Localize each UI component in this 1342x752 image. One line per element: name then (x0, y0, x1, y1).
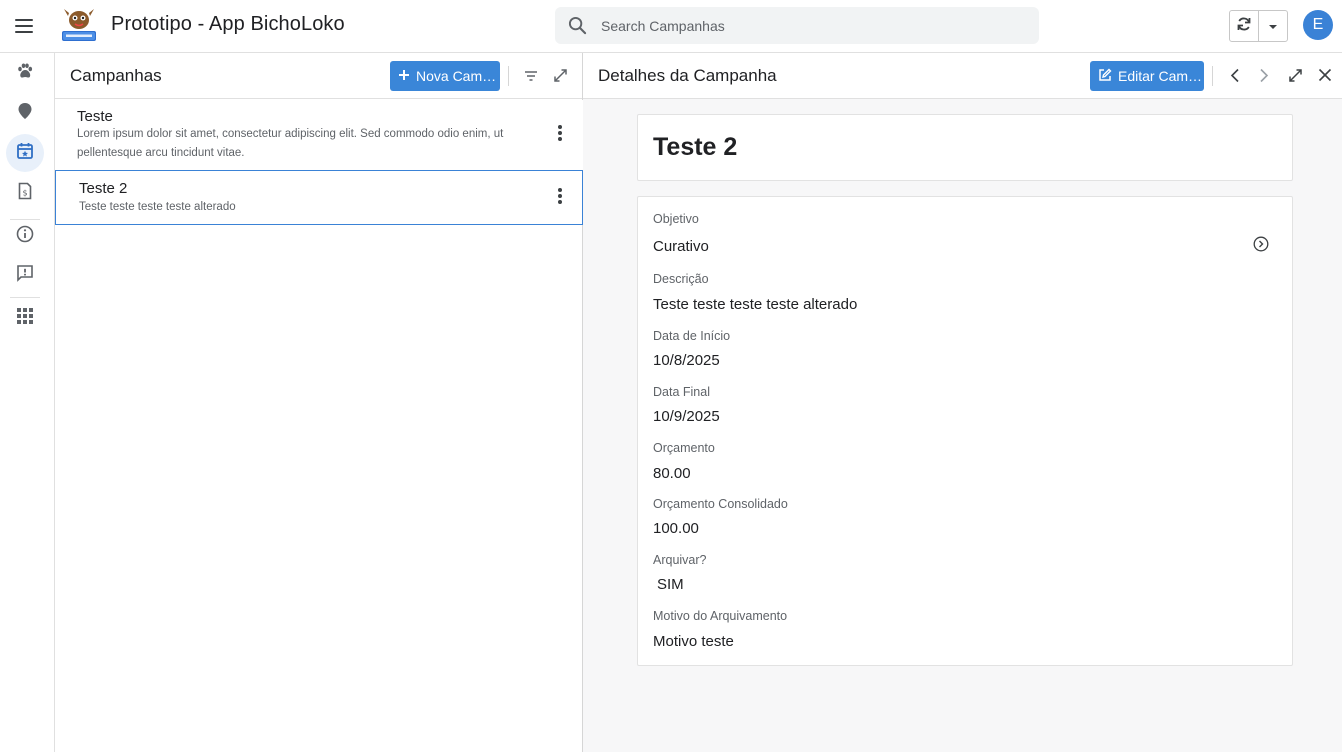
filter-icon[interactable] (520, 65, 542, 87)
new-campaign-label: Nova Cam… (416, 68, 497, 84)
expand-icon[interactable] (1284, 64, 1306, 86)
list-panel-title: Campanhas (70, 66, 162, 85)
invoice-icon: $ (17, 182, 33, 205)
edit-campaign-button[interactable]: Editar Cam… (1090, 61, 1204, 91)
feedback-icon (16, 264, 34, 287)
sync-icon (1236, 16, 1252, 37)
more-vertical-icon[interactable] (555, 186, 565, 206)
field-value-motivo-arquivamento: Motivo teste (653, 633, 734, 650)
field-label-arquivar: Arquivar? (653, 553, 707, 567)
rail-item-campaigns[interactable] (6, 134, 44, 172)
field-label-descricao: Descrição (653, 272, 709, 286)
rail-item-locations[interactable] (6, 94, 44, 132)
edit-icon (1098, 68, 1112, 85)
campaign-list-panel: Campanhas Nova Cam… Teste Lorem ipsum do… (55, 53, 583, 752)
svg-text:$: $ (22, 188, 27, 197)
map-pin-icon (17, 102, 33, 125)
fields-card: Objetivo Curativo Descrição Teste teste … (637, 196, 1293, 666)
sync-button[interactable] (1230, 11, 1259, 41)
plus-icon (398, 68, 410, 84)
app-title: Prototipo - App BichoLoko (111, 13, 345, 35)
sync-button-group (1229, 10, 1288, 42)
field-label-data-final: Data Final (653, 385, 710, 399)
user-avatar[interactable]: E (1303, 10, 1333, 40)
field-label-orcamento-consolidado: Orçamento Consolidado (653, 497, 788, 511)
search-icon (568, 16, 587, 40)
field-value-orcamento: 80.00 (653, 465, 691, 482)
search-input[interactable] (601, 7, 1021, 44)
field-label-orcamento: Orçamento (653, 441, 715, 455)
edit-campaign-label: Editar Cam… (1118, 68, 1203, 84)
paw-icon (16, 62, 34, 85)
close-icon[interactable] (1314, 64, 1336, 86)
expand-icon[interactable] (549, 64, 571, 86)
apps-grid-icon (17, 307, 33, 329)
list-item[interactable]: Teste Lorem ipsum dolor sit amet, consec… (55, 100, 583, 170)
list-panel-header: Campanhas Nova Cam… (55, 53, 582, 99)
rail-item-about[interactable] (6, 217, 44, 255)
calendar-star-icon (16, 142, 34, 165)
rail-item-pets[interactable] (6, 54, 44, 92)
info-icon (16, 225, 34, 248)
field-value-descricao: Teste teste teste teste alterado (653, 296, 858, 313)
chevron-right-icon[interactable] (1253, 64, 1275, 86)
field-value-objetivo[interactable]: Curativo (653, 238, 709, 255)
list-item-selected[interactable]: Teste 2 Teste teste teste teste alterado (55, 170, 583, 225)
list-item-description: Teste teste teste teste alterado (79, 201, 236, 213)
campaign-detail-panel: Detalhes da Campanha Editar Cam… Teste 2… (583, 53, 1342, 752)
list-item-title: Teste (77, 108, 113, 125)
list-item-title: Teste 2 (79, 180, 128, 197)
field-label-objetivo: Objetivo (653, 212, 699, 226)
field-value-data-inicio: 10/8/2025 (653, 352, 720, 369)
detail-panel-header: Detalhes da Campanha Editar Cam… (583, 53, 1342, 99)
sync-dropdown-button[interactable] (1259, 11, 1287, 41)
list-item-description: Lorem ipsum dolor sit amet, consectetur … (77, 128, 504, 159)
rail-item-apps[interactable] (6, 299, 44, 337)
hamburger-menu-icon[interactable] (15, 16, 35, 36)
rail-item-finance[interactable]: $ (6, 174, 44, 212)
field-value-orcamento-consolidado: 100.00 (653, 520, 699, 537)
app-logo[interactable] (60, 7, 98, 43)
field-label-data-inicio: Data de Início (653, 329, 731, 343)
navigation-rail: $ (0, 53, 55, 752)
field-label-motivo-arquivamento: Motivo do Arquivamento (653, 609, 788, 623)
arrow-circle-right-icon[interactable] (1253, 236, 1269, 257)
new-campaign-button[interactable]: Nova Cam… (390, 61, 500, 91)
campaign-title: Teste 2 (653, 133, 738, 161)
header-divider (508, 66, 509, 86)
field-value-data-final: 10/9/2025 (653, 408, 720, 425)
field-value-arquivar: SIM (657, 576, 684, 593)
rail-item-feedback[interactable] (6, 256, 44, 294)
search-bar[interactable] (555, 7, 1039, 44)
title-card: Teste 2 (637, 114, 1293, 181)
rail-divider (10, 297, 40, 298)
more-vertical-icon[interactable] (555, 123, 565, 143)
detail-panel-title: Detalhes da Campanha (598, 66, 777, 85)
caret-down-icon (1268, 17, 1278, 35)
top-app-bar: Prototipo - App BichoLoko E (0, 0, 1342, 53)
chevron-left-icon[interactable] (1224, 64, 1246, 86)
header-divider (1212, 66, 1213, 86)
